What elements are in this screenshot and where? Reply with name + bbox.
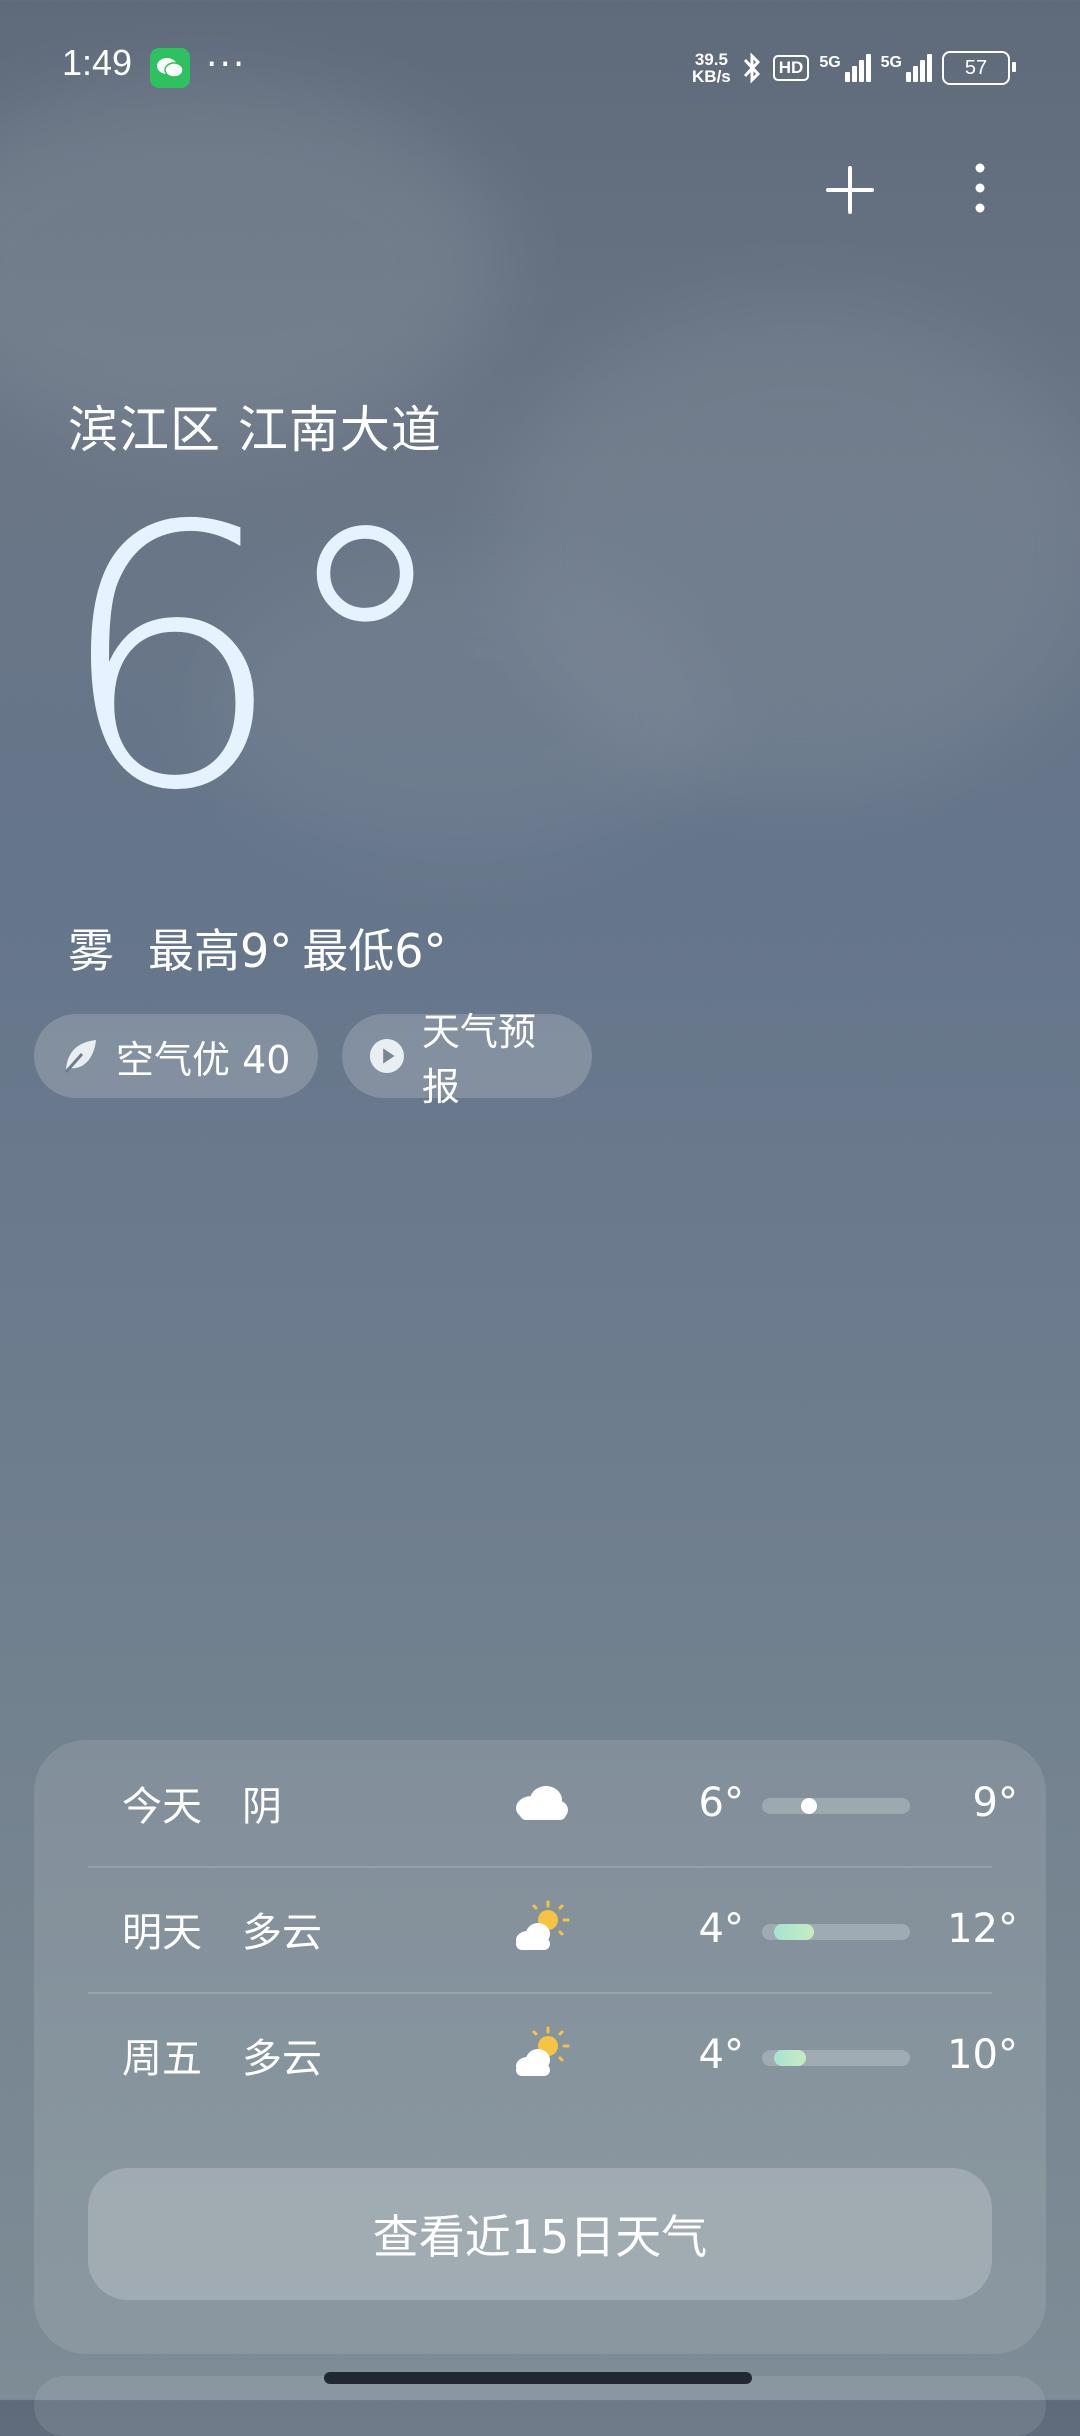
forecast-low: 4° [698,1906,744,1952]
forecast-day: 今天 [122,1784,202,1830]
wechat-icon [150,48,190,88]
forecast-high: 12° [947,1906,1018,1952]
forecast-day: 周五 [122,2036,202,2082]
temp-range-fill [801,1798,818,1814]
leaf-icon [64,1040,96,1073]
partly-sunny-icon [516,2026,570,2076]
next-card-peek [34,2376,1046,2436]
weather-forecast-chip[interactable]: 天气预报 [342,1010,592,1109]
air-quality-chip[interactable]: 空气优 40 [34,1014,318,1098]
view-15-day-button[interactable]: 查看近15日天气 [88,2168,992,2300]
forecast-card: 今天 阴 6° 9° 明天 多云 4° 12° 周五 多云 4° 10° 查看近… [34,1740,1046,2354]
condition-text: 雾 [68,924,114,978]
forecast-weather: 多云 [242,2036,322,2082]
air-quality-label: 空气优 40 [116,1037,291,1082]
temp-range-bar [762,1798,910,1814]
home-indicator[interactable] [324,2372,752,2384]
cloud-icon [516,1786,568,1820]
forecast-row-friday[interactable]: 周五 多云 4° 10° [88,1992,1018,2118]
more-vertical-icon [975,163,985,213]
temp-range-fill [773,1924,814,1940]
current-temperature: 6° [56,450,455,869]
temp-range-fill [773,2050,807,2066]
forecast-day: 明天 [122,1910,202,1956]
more-notifications-icon: ··· [206,44,247,85]
current-conditions: 雾 最高9° 最低6° [68,915,447,981]
signal-2-icon: 5G [881,54,932,82]
forecast-low: 4° [698,2032,744,2078]
status-icons: 39.5 KB/s HD 5G 5G 57 [692,46,1016,90]
status-bar: 1:49 ··· 39.5 KB/s HD 5G 5G 57 [0,0,1080,130]
forecast-high: 9° [972,1780,1018,1826]
high-low-text: 最高9° 最低6° [148,924,447,978]
temp-range-bar [762,1924,910,1940]
temp-range-bar [762,2050,910,2066]
more-options-button[interactable] [955,160,1005,220]
forecast-weather: 阴 [242,1784,282,1830]
plus-icon [826,166,874,214]
forecast-row-tomorrow[interactable]: 明天 多云 4° 12° [88,1866,1018,1992]
forecast-high: 10° [947,2032,1018,2078]
battery-icon: 57 [942,51,1016,85]
weather-forecast-label: 天气预报 [421,1010,536,1109]
network-speed: 39.5 KB/s [692,50,731,86]
forecast-weather: 多云 [242,1910,322,1956]
partly-sunny-icon [516,1900,570,1950]
forecast-row-today[interactable]: 今天 阴 6° 9° [88,1740,1018,1866]
hd-voice-icon: HD [772,55,810,81]
status-time: 1:49 [62,42,133,83]
add-city-button[interactable] [820,160,880,220]
bluetooth-icon [743,52,760,84]
forecast-low: 6° [698,1780,744,1826]
play-icon [369,1038,405,1074]
signal-1-icon: 5G [819,54,871,82]
